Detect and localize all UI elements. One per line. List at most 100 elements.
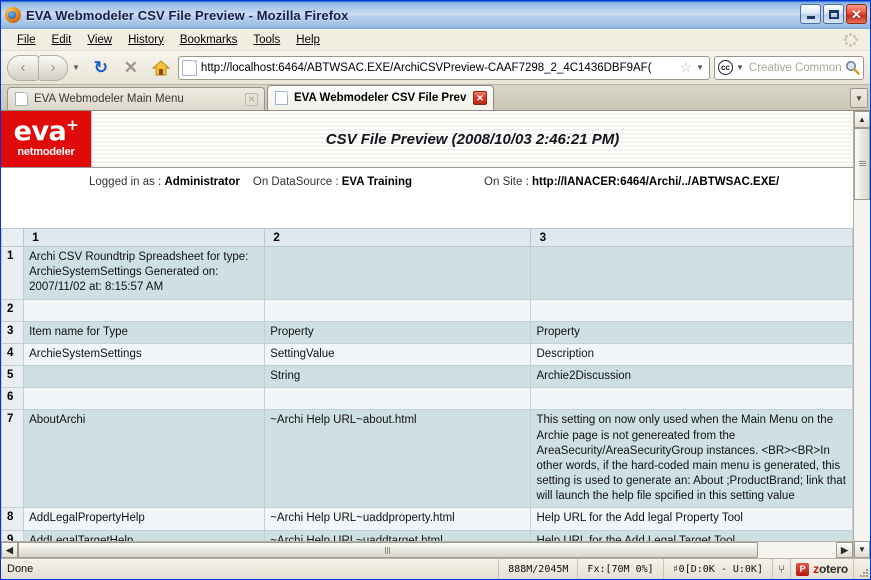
session-info-row: Logged in as : Administrator On DataSour… xyxy=(1,168,853,196)
column-header-3[interactable]: 3 xyxy=(531,229,853,247)
resize-grip[interactable] xyxy=(854,559,870,579)
table-row[interactable]: 1 Archi CSV Roundtrip Spreadsheet for ty… xyxy=(2,247,853,300)
menu-help[interactable]: Help xyxy=(288,32,328,48)
zotero-button[interactable]: P zotero xyxy=(791,559,854,579)
title-bar: EVA Webmodeler CSV File Preview - Mozill… xyxy=(1,1,870,29)
menu-history[interactable]: History xyxy=(120,32,172,48)
search-icon[interactable] xyxy=(845,60,860,75)
tab-close-button[interactable]: ✕ xyxy=(473,91,487,105)
menu-file-label: File xyxy=(17,34,36,46)
address-bar[interactable]: http://localhost:6464/ABTWSAC.EXE/ArchiC… xyxy=(178,56,710,80)
url-input[interactable]: http://localhost:6464/ABTWSAC.EXE/ArchiC… xyxy=(201,62,676,74)
scroll-grip-icon xyxy=(859,161,866,167)
url-dropdown-icon[interactable]: ▼ xyxy=(696,63,706,72)
firefox-memory-indicator[interactable]: Fx:[70M 0%] xyxy=(578,559,663,579)
table-body: 1 Archi CSV Roundtrip Spreadsheet for ty… xyxy=(2,247,853,542)
close-button[interactable]: ✕ xyxy=(846,4,867,24)
row-4-cell-1: ArchieSystemSettings xyxy=(24,343,265,365)
logo-subtext: netmodeler xyxy=(17,146,74,158)
minimize-button[interactable] xyxy=(800,4,821,24)
firefox-icon xyxy=(5,7,21,23)
scroll-up-button[interactable]: ▲ xyxy=(854,111,870,128)
menu-bookmarks[interactable]: Bookmarks xyxy=(172,32,246,48)
menu-edit[interactable]: Edit xyxy=(44,32,80,48)
row-8-cell-2: ~Archi Help URL~uaddproperty.html xyxy=(265,508,531,530)
row-number: 3 xyxy=(2,321,24,343)
scroll-left-button[interactable]: ◀ xyxy=(1,542,18,558)
search-input[interactable]: Creative Commons xyxy=(749,62,842,74)
row-9-cell-1: AddLegalTargetHelp xyxy=(24,530,265,541)
row-6-cell-1 xyxy=(24,388,265,410)
transfer-indicator[interactable]: ♯0[D:0K - U:0K] xyxy=(664,559,773,579)
table-row[interactable]: 2 xyxy=(2,299,853,321)
connection-plug-button[interactable]: ⑂ xyxy=(773,559,791,579)
corner-header xyxy=(2,229,24,247)
horizontal-scrollbar[interactable]: ◀ ▶ xyxy=(1,541,853,558)
row-number: 2 xyxy=(2,299,24,321)
nav-history-dropdown[interactable]: ▼ xyxy=(68,63,84,72)
memory-usage-indicator[interactable]: 888M/2045M xyxy=(499,559,578,579)
menu-file[interactable]: File xyxy=(9,32,44,48)
row-8-cell-3: Help URL for the Add legal Property Tool xyxy=(531,508,853,530)
row-1-cell-3 xyxy=(531,247,853,300)
table-row[interactable]: 4 ArchieSystemSettings SettingValue Desc… xyxy=(2,343,853,365)
table-row[interactable]: 3 Item name for Type Property Property xyxy=(2,321,853,343)
status-bar: Done 888M/2045M Fx:[70M 0%] ♯0[D:0K - U:… xyxy=(1,558,870,579)
reload-button[interactable]: ↻ xyxy=(88,55,114,81)
tab-list-dropdown[interactable]: ▼ xyxy=(850,88,868,108)
tab-csv-file-preview-label: EVA Webmodeler CSV File Preview xyxy=(294,92,467,104)
home-button[interactable] xyxy=(148,55,174,81)
search-bar[interactable]: cc ▼ Creative Commons xyxy=(714,56,864,80)
table-row[interactable]: 7 AboutArchi ~Archi Help URL~about.html … xyxy=(2,410,853,508)
table-header: 1 2 3 xyxy=(2,229,853,247)
logo-main-text: eva xyxy=(14,116,67,147)
table-row[interactable]: 6 xyxy=(2,388,853,410)
stop-button[interactable]: ✕ xyxy=(118,55,144,81)
csv-preview-table: 1 2 3 1 Archi CSV Roundtrip Spreadsheet … xyxy=(1,228,853,541)
forward-button[interactable]: › xyxy=(38,55,68,81)
tab-csv-file-preview[interactable]: EVA Webmodeler CSV File Preview ✕ xyxy=(267,85,494,110)
row-9-cell-3: Help URL for the Add Legal Target Tool xyxy=(531,530,853,541)
menu-bookmarks-label: Bookmarks xyxy=(180,34,238,46)
scroll-down-button[interactable]: ▼ xyxy=(854,541,870,558)
vertical-scroll-track[interactable] xyxy=(854,200,870,541)
column-header-1[interactable]: 1 xyxy=(24,229,265,247)
maximize-button[interactable] xyxy=(823,4,844,24)
menu-view[interactable]: View xyxy=(79,32,120,48)
menu-tools[interactable]: Tools xyxy=(245,32,288,48)
search-engine-dropdown-icon[interactable]: ▼ xyxy=(736,63,746,72)
vertical-scroll-thumb[interactable] xyxy=(854,128,870,200)
minimize-icon xyxy=(807,16,815,19)
row-3-cell-3: Property xyxy=(531,321,853,343)
table-row[interactable]: 9 AddLegalTargetHelp ~Archi Help URL~uad… xyxy=(2,530,853,541)
logged-in-value: Administrator xyxy=(164,176,239,188)
tab-favicon-icon xyxy=(275,91,288,105)
back-icon: ‹ xyxy=(21,59,26,76)
browser-window: EVA Webmodeler CSV File Preview - Mozill… xyxy=(0,0,871,580)
creative-commons-icon[interactable]: cc xyxy=(718,60,733,75)
row-number: 9 xyxy=(2,530,24,541)
table-row[interactable]: 5 String Archie2Discussion xyxy=(2,366,853,388)
column-header-2[interactable]: 2 xyxy=(265,229,531,247)
horizontal-scroll-track[interactable] xyxy=(758,542,836,558)
bookmark-star-icon[interactable]: ☆ xyxy=(680,59,693,76)
row-3-cell-2: Property xyxy=(265,321,531,343)
tab-close-button[interactable]: ✕ xyxy=(245,93,258,106)
forward-icon: › xyxy=(51,59,56,76)
horizontal-scroll-thumb[interactable] xyxy=(18,542,758,558)
row-6-cell-2 xyxy=(265,388,531,410)
vertical-scrollbar[interactable]: ▲ ▼ xyxy=(853,111,870,558)
row-1-cell-1: Archi CSV Roundtrip Spreadsheet for type… xyxy=(24,247,265,300)
tab-main-menu[interactable]: EVA Webmodeler Main Menu ✕ xyxy=(7,87,265,110)
scroll-right-button[interactable]: ▶ xyxy=(836,542,853,558)
site-label: On Site : xyxy=(484,176,529,188)
row-2-cell-2 xyxy=(265,299,531,321)
throbber-icon xyxy=(844,33,858,47)
row-2-cell-1 xyxy=(24,299,265,321)
back-button[interactable]: ‹ xyxy=(7,55,39,81)
page-favicon-icon xyxy=(182,60,197,76)
table-row[interactable]: 8 AddLegalPropertyHelp ~Archi Help URL~u… xyxy=(2,508,853,530)
row-5-cell-3: Archie2Discussion xyxy=(531,366,853,388)
window-title: EVA Webmodeler CSV File Preview - Mozill… xyxy=(26,8,349,23)
window-controls: ✕ xyxy=(800,4,867,24)
